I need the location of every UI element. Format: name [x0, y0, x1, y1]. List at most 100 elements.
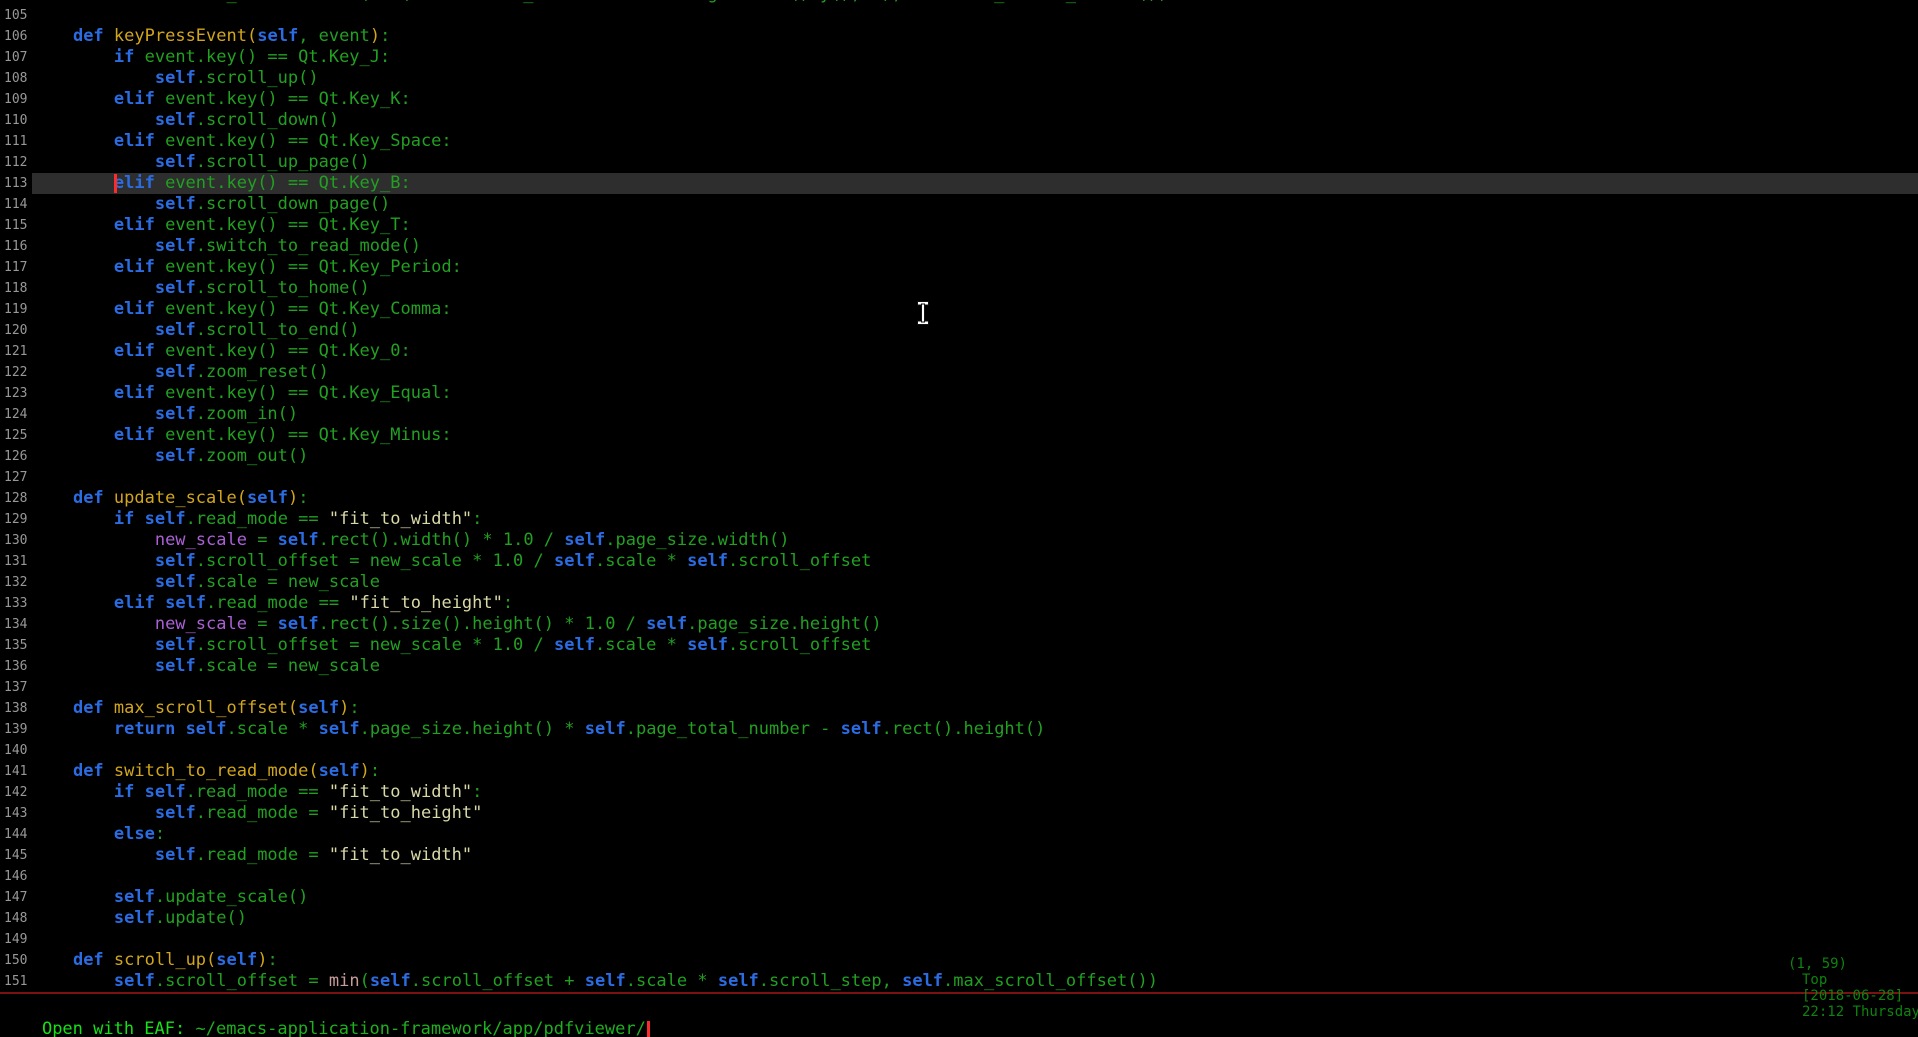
code-line-129[interactable]: 129 if self.read_mode == "fit_to_width":	[0, 509, 1918, 530]
line-number: 127	[0, 467, 32, 488]
code-text: elif event.key() == Qt.Key_Comma:	[32, 299, 1918, 320]
minibuffer-input[interactable]: ~/emacs-application-framework/app/pdfvie…	[195, 1019, 645, 1037]
code-line-127[interactable]: 127	[0, 467, 1918, 488]
code-text: self.scale = new_scale	[32, 572, 1918, 593]
code-line-147[interactable]: 147 self.update_scale()	[0, 887, 1918, 908]
code-line-106[interactable]: 106 def keyPressEvent(self, event):	[0, 26, 1918, 47]
line-number: 140	[0, 740, 32, 761]
code-text	[32, 866, 1918, 887]
code-text: self.zoom_reset()	[32, 362, 1918, 383]
code-line-124[interactable]: 124 self.zoom_in()	[0, 404, 1918, 425]
code-text: self.scroll_up_page()	[32, 152, 1918, 173]
line-number: 122	[0, 362, 32, 383]
code-text: elif event.key() == Qt.Key_0:	[32, 341, 1918, 362]
code-text: else:	[32, 824, 1918, 845]
code-text: self.update_scale()	[32, 887, 1918, 908]
code-line-135[interactable]: 135 self.scroll_offset = new_scale * 1.0…	[0, 635, 1918, 656]
line-number: 113	[0, 173, 32, 194]
code-text: self.scroll_down()	[32, 110, 1918, 131]
line-number: 145	[0, 845, 32, 866]
code-line-134[interactable]: 134 new_scale = self.rect().size().heigh…	[0, 614, 1918, 635]
line-number: 128	[0, 488, 32, 509]
code-line-137[interactable]: 137	[0, 677, 1918, 698]
code-text: if event.key() == Qt.Key_J:	[32, 47, 1918, 68]
line-number: 137	[0, 677, 32, 698]
code-line-133[interactable]: 133 elif self.read_mode == "fit_to_heigh…	[0, 593, 1918, 614]
tray-cursor-location: (1, 59)	[1788, 956, 1847, 972]
minibuffer: Open with EAF: ~/emacs-application-frame…	[1, 996, 650, 1018]
code-line-142[interactable]: 142 if self.read_mode == "fit_to_width":	[0, 782, 1918, 803]
text-cursor	[114, 174, 117, 193]
code-text	[32, 740, 1918, 761]
code-text: self.read_mode = "fit_to_width"	[32, 845, 1918, 866]
code-line-121[interactable]: 121 elif event.key() == Qt.Key_0:	[0, 341, 1918, 362]
code-line-141[interactable]: 141 def switch_to_read_mode(self):	[0, 761, 1918, 782]
code-line-139[interactable]: 139 return self.scale * self.page_size.h…	[0, 719, 1918, 740]
text-cursor	[647, 1021, 650, 1037]
code-line-115[interactable]: 115 elif event.key() == Qt.Key_T:	[0, 215, 1918, 236]
code-line-117[interactable]: 117 elif event.key() == Qt.Key_Period:	[0, 257, 1918, 278]
code-line-109[interactable]: 109 elif event.key() == Qt.Key_K:	[0, 89, 1918, 110]
code-line-122[interactable]: 122 self.zoom_reset()	[0, 362, 1918, 383]
tray-date: [2018-06-28]	[1802, 988, 1903, 1004]
code-line-131[interactable]: 131 self.scroll_offset = new_scale * 1.0…	[0, 551, 1918, 572]
code-text: new_scale = self.rect().size().height() …	[32, 614, 1918, 635]
emacs-frame: 104 self.scroll_offset = min(max(self.sc…	[0, 0, 1918, 1037]
awesome-tray: (1, 59) Top [2018-06-28] 22:12 Thursday	[1754, 940, 1918, 1036]
line-number: 110	[0, 110, 32, 131]
code-text: return self.scale * self.page_size.heigh…	[32, 719, 1918, 740]
line-number: 139	[0, 719, 32, 740]
line-number: 106	[0, 26, 32, 47]
line-number: 107	[0, 47, 32, 68]
code-text	[32, 929, 1918, 950]
code-line-143[interactable]: 143 self.read_mode = "fit_to_height"	[0, 803, 1918, 824]
code-line-128[interactable]: 128 def update_scale(self):	[0, 488, 1918, 509]
code-line-149[interactable]: 149	[0, 929, 1918, 950]
code-line-123[interactable]: 123 elif event.key() == Qt.Key_Equal:	[0, 383, 1918, 404]
code-text: self.scroll_to_end()	[32, 320, 1918, 341]
code-line-136[interactable]: 136 self.scale = new_scale	[0, 656, 1918, 677]
code-line-140[interactable]: 140	[0, 740, 1918, 761]
code-line-148[interactable]: 148 self.update()	[0, 908, 1918, 929]
code-line-119[interactable]: 119 elif event.key() == Qt.Key_Comma:	[0, 299, 1918, 320]
code-line-126[interactable]: 126 self.zoom_out()	[0, 446, 1918, 467]
code-line-113[interactable]: 113 elif event.key() == Qt.Key_B:	[0, 173, 1918, 194]
code-line-132[interactable]: 132 self.scale = new_scale	[0, 572, 1918, 593]
code-line-120[interactable]: 120 self.scroll_to_end()	[0, 320, 1918, 341]
code-line-146[interactable]: 146	[0, 866, 1918, 887]
code-text: def switch_to_read_mode(self):	[32, 761, 1918, 782]
code-line-105[interactable]: 105	[0, 5, 1918, 26]
code-line-116[interactable]: 116 self.switch_to_read_mode()	[0, 236, 1918, 257]
code-line-144[interactable]: 144 else:	[0, 824, 1918, 845]
code-line-151[interactable]: 151 self.scroll_offset = min(self.scroll…	[0, 971, 1918, 992]
code-line-107[interactable]: 107 if event.key() == Qt.Key_J:	[0, 47, 1918, 68]
code-line-138[interactable]: 138 def max_scroll_offset(self):	[0, 698, 1918, 719]
code-line-145[interactable]: 145 self.read_mode = "fit_to_width"	[0, 845, 1918, 866]
line-number: 116	[0, 236, 32, 257]
line-number: 109	[0, 89, 32, 110]
code-line-150[interactable]: 150 def scroll_up(self):	[0, 950, 1918, 971]
code-text	[32, 467, 1918, 488]
code-text: self.zoom_out()	[32, 446, 1918, 467]
line-number: 134	[0, 614, 32, 635]
code-text: def keyPressEvent(self, event):	[32, 26, 1918, 47]
code-text: new_scale = self.rect().width() * 1.0 / …	[32, 530, 1918, 551]
code-line-108[interactable]: 108 self.scroll_up()	[0, 68, 1918, 89]
code-line-114[interactable]: 114 self.scroll_down_page()	[0, 194, 1918, 215]
code-line-110[interactable]: 110 self.scroll_down()	[0, 110, 1918, 131]
code-line-118[interactable]: 118 self.scroll_to_home()	[0, 278, 1918, 299]
line-number: 129	[0, 509, 32, 530]
code-text: self.scale = new_scale	[32, 656, 1918, 677]
code-line-125[interactable]: 125 elif event.key() == Qt.Key_Minus:	[0, 425, 1918, 446]
line-number: 132	[0, 572, 32, 593]
line-number: 125	[0, 425, 32, 446]
code-line-111[interactable]: 111 elif event.key() == Qt.Key_Space:	[0, 131, 1918, 152]
code-text: elif event.key() == Qt.Key_B:	[32, 173, 1918, 194]
line-number: 114	[0, 194, 32, 215]
code-buffer[interactable]: 104 self.scroll_offset = min(max(self.sc…	[0, 0, 1918, 992]
code-line-130[interactable]: 130 new_scale = self.rect().width() * 1.…	[0, 530, 1918, 551]
line-number: 131	[0, 551, 32, 572]
tray-buffer-position: Top	[1802, 972, 1827, 988]
line-number: 146	[0, 866, 32, 887]
code-line-112[interactable]: 112 self.scroll_up_page()	[0, 152, 1918, 173]
